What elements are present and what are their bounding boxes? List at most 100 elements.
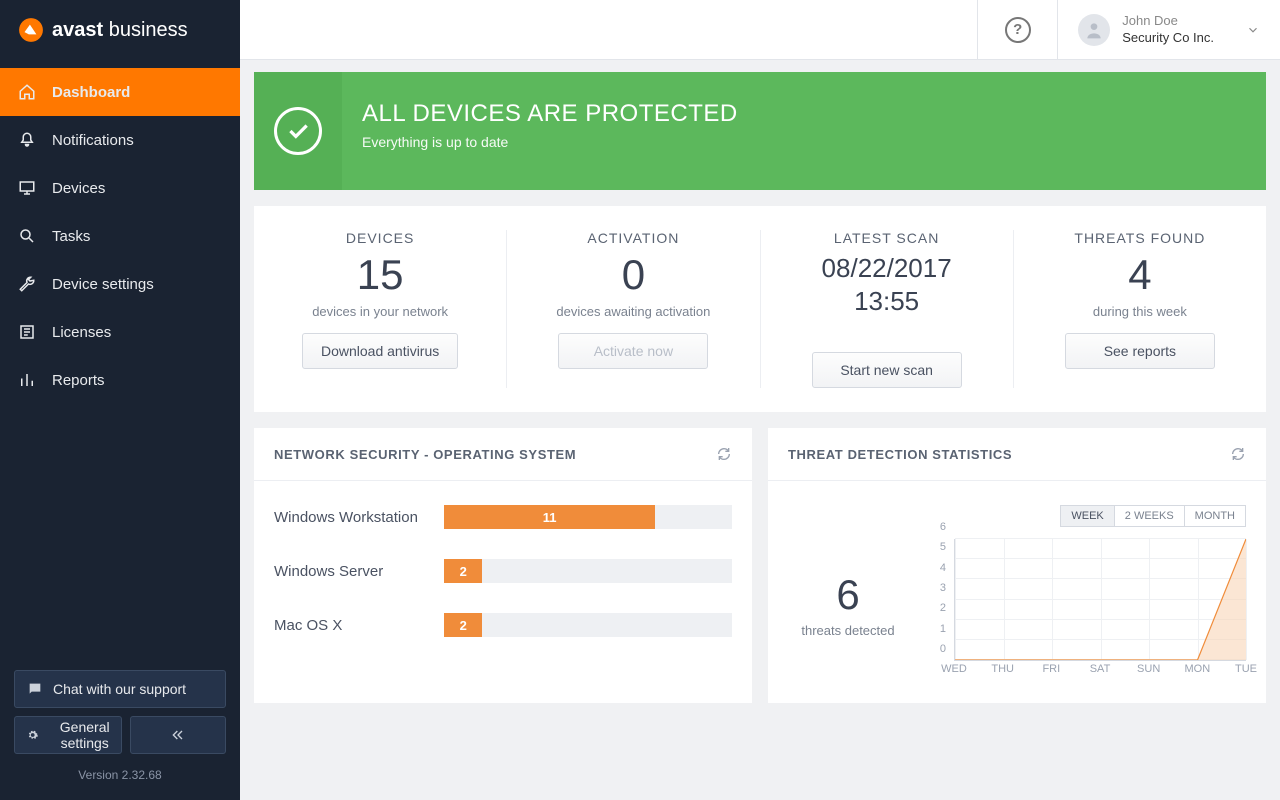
x-tick: SAT [1090,663,1111,675]
stat-value: 08/22/201713:55 [773,252,1001,317]
stat-value: 0 [519,252,747,298]
brand-logo: avast business [0,0,240,60]
x-tick: FRI [1042,663,1060,675]
brand-name: avast business [52,19,188,42]
threat-chart: 0123456 WEDTHUFRISATSUNMONTUE [932,539,1246,679]
stat-button[interactable]: Start new scan [812,352,962,388]
x-tick: THU [991,663,1014,675]
topbar: ? John Doe Security Co Inc. [240,0,1280,60]
refresh-icon[interactable] [716,446,732,462]
y-tick: 5 [940,541,946,553]
stat-title: THREATS FOUND [1026,230,1254,246]
os-bar: 2 [444,559,732,583]
banner-title: ALL DEVICES ARE PROTECTED [362,100,738,128]
os-bar-fill: 2 [444,559,482,583]
sidebar-nav: Dashboard Notifications Devices Tasks Device… [0,60,240,658]
stat-sub [773,323,1001,338]
x-tick: SUN [1137,663,1160,675]
os-label: Windows Server [274,563,444,580]
refresh-icon[interactable] [1230,446,1246,462]
user-icon [1084,20,1104,40]
os-row: Mac OS X2 [274,613,732,637]
sidebar-item-licenses[interactable]: Licenses [0,308,240,356]
stat-title: DEVICES [266,230,494,246]
stat-button[interactable]: Download antivirus [302,333,458,369]
home-icon [18,83,36,101]
os-bar-fill: 11 [444,505,655,529]
y-tick: 3 [940,582,946,594]
chat-icon [27,681,43,697]
version-label: Version 2.32.68 [14,768,226,782]
y-tick: 0 [940,643,946,655]
user-name: John Doe [1122,13,1214,29]
os-label: Mac OS X [274,617,444,634]
os-bar-fill: 2 [444,613,482,637]
network-security-panel: NETWORK SECURITY - OPERATING SYSTEM Wind… [254,428,752,703]
check-circle-icon [274,107,322,155]
sidebar-item-reports[interactable]: Reports [0,356,240,404]
search-icon [18,227,36,245]
sidebar-item-devices[interactable]: Devices [0,164,240,212]
sidebar-item-notifications[interactable]: Notifications [0,116,240,164]
stat-sub: devices in your network [266,304,494,319]
x-tick: MON [1184,663,1210,675]
stat-card: DEVICES 15 devices in your network Download… [254,230,507,388]
os-bar: 2 [444,613,732,637]
bars-icon [18,371,36,389]
status-banner: ALL DEVICES ARE PROTECTED Everything is … [254,72,1266,190]
user-company: Security Co Inc. [1122,30,1214,46]
stat-value: 15 [266,252,494,298]
panel-title: NETWORK SECURITY - OPERATING SYSTEM [274,447,576,462]
sidebar-item-label: Notifications [52,132,134,149]
range-option[interactable]: WEEK [1060,505,1114,527]
sidebar-item-tasks[interactable]: Tasks [0,212,240,260]
x-tick: WED [941,663,967,675]
sidebar-item-dashboard[interactable]: Dashboard [0,68,240,116]
range-option[interactable]: 2 WEEKS [1115,505,1185,527]
main-area: ? John Doe Security Co Inc. [240,0,1280,800]
bell-icon [18,131,36,149]
user-menu[interactable]: John Doe Security Co Inc. [1057,0,1280,59]
sidebar-item-device-settings[interactable]: Device settings [0,260,240,308]
stat-sub: devices awaiting activation [519,304,747,319]
stat-button: Activate now [558,333,708,369]
content: ALL DEVICES ARE PROTECTED Everything is … [240,60,1280,800]
monitor-icon [18,179,36,197]
gear-icon [27,727,38,743]
sidebar-item-label: Devices [52,180,105,197]
stat-card: ACTIVATION 0 devices awaiting activation Ac… [507,230,760,388]
stat-value: 4 [1026,252,1254,298]
stat-card: LATEST SCAN 08/22/201713:55 Start new sca… [761,230,1014,388]
stat-sub: during this week [1026,304,1254,319]
sidebar-item-label: Licenses [52,324,111,341]
sidebar-bottom: Chat with our support General settings V… [0,658,240,800]
panel-title: THREAT DETECTION STATISTICS [788,447,1012,462]
stat-title: LATEST SCAN [773,230,1001,246]
y-tick: 1 [940,623,946,635]
avatar [1078,14,1110,46]
avast-logo-icon [18,17,44,43]
help-button[interactable]: ? [977,0,1057,59]
x-tick: TUE [1235,663,1257,675]
chat-support-button[interactable]: Chat with our support [14,670,226,708]
range-option[interactable]: MONTH [1185,505,1246,527]
license-icon [18,323,36,341]
stat-card: THREATS FOUND 4 during this week See report… [1014,230,1266,388]
sidebar-item-label: Reports [52,372,105,389]
chevron-down-icon [1246,23,1260,37]
y-tick: 6 [940,521,946,533]
sidebar-item-label: Tasks [52,228,90,245]
banner-subtitle: Everything is up to date [362,134,738,150]
sidebar-item-label: Dashboard [52,84,130,101]
sidebar: avast business Dashboard Notifications Dev… [0,0,240,800]
os-label: Windows Workstation [274,509,444,526]
threat-count-label: threats detected [788,623,908,638]
stat-title: ACTIVATION [519,230,747,246]
general-settings-button[interactable]: General settings [14,716,122,754]
chevron-double-left-icon [170,727,186,743]
stat-button[interactable]: See reports [1065,333,1215,369]
collapse-sidebar-button[interactable] [130,716,226,754]
range-toggle: WEEK2 WEEKSMONTH [788,505,1246,527]
y-tick: 4 [940,562,946,574]
help-icon: ? [1005,17,1031,43]
